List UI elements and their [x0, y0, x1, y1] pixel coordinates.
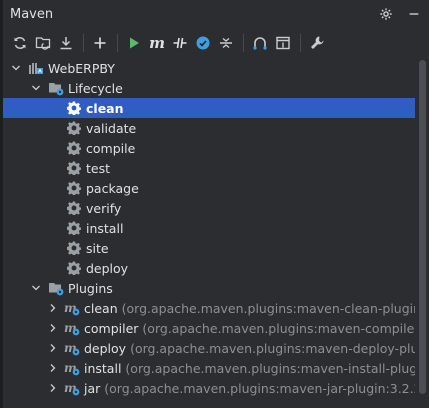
plugin-name: clean: [84, 300, 118, 316]
vertical-scrollbar[interactable]: [419, 60, 426, 394]
chevron-right-icon[interactable]: [48, 382, 58, 394]
wrench-icon[interactable]: [306, 32, 328, 54]
maven-project-tree: WebERPBY Lifecycle clean validate compil…: [3, 58, 415, 408]
lifecycle-goal-install[interactable]: install: [3, 218, 415, 238]
toolbar-separator: [117, 34, 118, 52]
goal-label: validate: [86, 120, 137, 136]
collapse-icon[interactable]: [215, 32, 237, 54]
lifecycle-folder-icon: [48, 80, 64, 96]
tree-node-project[interactable]: WebERPBY: [3, 58, 415, 78]
maven-plugin-icon: m: [64, 320, 80, 336]
skip-tests-icon[interactable]: [192, 32, 214, 54]
chevron-down-icon[interactable]: [30, 282, 42, 294]
plugin-node-compiler[interactable]: m compiler (org.apache.maven.plugins:mav…: [3, 318, 415, 338]
gear-icon: [66, 120, 82, 136]
toolbar: m: [3, 30, 429, 56]
goal-label: verify: [86, 200, 122, 216]
run-icon[interactable]: [123, 32, 145, 54]
gear-icon: [66, 140, 82, 156]
plugin-node-clean[interactable]: m clean (org.apache.maven.plugins:maven-…: [3, 298, 415, 318]
gear-icon: [66, 220, 82, 236]
plugin-node-jar[interactable]: m jar (org.apache.maven.plugins:maven-ja…: [3, 378, 415, 398]
chevron-right-icon[interactable]: [48, 302, 58, 314]
maven-tool-window: Maven m WebERPBY Lifecycle clean validat…: [0, 0, 429, 408]
plugin-coordinates: (org.apache.maven.plugins:maven-compiler…: [142, 320, 415, 336]
tree-node-plugins[interactable]: Plugins: [3, 278, 415, 298]
toolbar-separator: [300, 34, 301, 52]
execute-goal-icon[interactable]: m: [146, 32, 168, 54]
generate-sources-icon[interactable]: [32, 32, 54, 54]
goal-label: deploy: [86, 260, 129, 276]
chevron-down-icon[interactable]: [10, 62, 22, 74]
plugin-coordinates: (org.apache.maven.plugins:maven-jar-plug…: [104, 380, 415, 396]
gear-icon: [66, 200, 82, 216]
gear-icon: [66, 100, 82, 116]
goal-label: compile: [86, 140, 136, 156]
maven-plugin-icon: m: [64, 360, 80, 376]
toolbar-separator: [83, 34, 84, 52]
plugin-name: compiler: [84, 320, 139, 336]
panel-title: Maven: [10, 7, 54, 22]
lifecycle-goal-deploy[interactable]: deploy: [3, 258, 415, 278]
toolbar-separator: [243, 34, 244, 52]
gear-icon: [66, 160, 82, 176]
plugin-coordinates: (org.apache.maven.plugins:maven-clean-pl…: [121, 300, 415, 316]
gear-icon[interactable]: [377, 5, 395, 23]
title-bar: Maven: [3, 0, 429, 29]
chevron-down-icon[interactable]: [30, 82, 42, 94]
goal-label: test: [86, 160, 111, 176]
show-dependencies-icon[interactable]: [249, 32, 271, 54]
plugin-name: jar: [84, 380, 101, 396]
maven-module-icon: [28, 60, 44, 76]
lifecycle-goal-test[interactable]: test: [3, 158, 415, 178]
maven-plugin-icon: m: [64, 300, 80, 316]
plugin-coordinates: (org.apache.maven.plugins:maven-deploy-p…: [130, 340, 415, 356]
lifecycle-label: Lifecycle: [68, 80, 123, 96]
goal-label: install: [86, 220, 124, 236]
goal-label: clean: [86, 100, 124, 116]
lifecycle-goal-site[interactable]: site: [3, 238, 415, 258]
lifecycle-goal-package[interactable]: package: [3, 178, 415, 198]
plugin-name: deploy: [84, 340, 127, 356]
minimize-icon[interactable]: [405, 5, 423, 23]
project-name: WebERPBY: [48, 60, 115, 76]
lifecycle-goal-validate[interactable]: validate: [3, 118, 415, 138]
chevron-right-icon[interactable]: [48, 342, 58, 354]
lifecycle-goal-compile[interactable]: compile: [3, 138, 415, 158]
plugin-coordinates: (org.apache.maven.plugins:maven-install-…: [125, 360, 415, 376]
reload-icon[interactable]: [9, 32, 31, 54]
chevron-right-icon[interactable]: [48, 362, 58, 374]
plugin-name: install: [84, 360, 122, 376]
tree-node-lifecycle[interactable]: Lifecycle: [3, 78, 415, 98]
plugin-node-install[interactable]: m install (org.apache.maven.plugins:mave…: [3, 358, 415, 378]
gear-icon: [66, 260, 82, 276]
gear-icon: [66, 240, 82, 256]
lifecycle-goal-clean[interactable]: clean: [3, 98, 415, 118]
maven-plugin-icon: m: [64, 340, 80, 356]
toggle-panel-icon[interactable]: [272, 32, 294, 54]
plugins-label: Plugins: [68, 280, 113, 296]
goal-label: package: [86, 180, 139, 196]
gear-icon: [66, 180, 82, 196]
download-icon[interactable]: [55, 32, 77, 54]
maven-plugin-icon: m: [64, 380, 80, 396]
lifecycle-goal-verify[interactable]: verify: [3, 198, 415, 218]
goal-label: site: [86, 240, 109, 256]
add-icon[interactable]: [89, 32, 111, 54]
plugin-node-deploy[interactable]: m deploy (org.apache.maven.plugins:maven…: [3, 338, 415, 358]
plugins-folder-icon: [48, 280, 64, 296]
toggle-offline-icon[interactable]: [169, 32, 191, 54]
chevron-right-icon[interactable]: [48, 322, 58, 334]
